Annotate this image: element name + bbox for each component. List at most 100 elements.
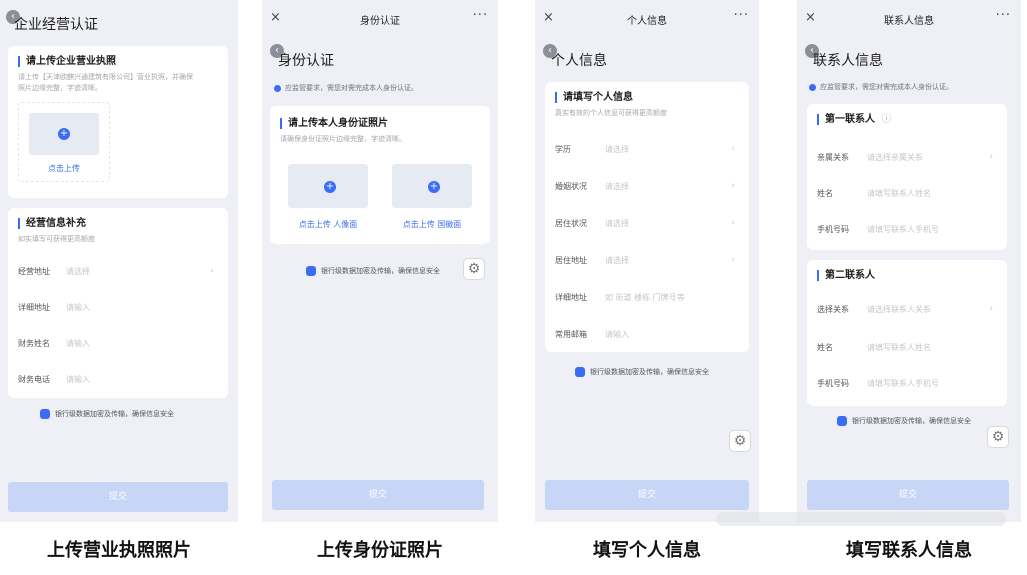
caption-step-3: 填写个人信息 [593,540,701,561]
section-hint: 如实填写可获得更高额度 [18,235,95,243]
form-row[interactable]: 居住地址 请选择 › [555,255,739,269]
settings-gear-icon[interactable]: ⚙ [987,426,1009,448]
plus-icon: + [324,181,336,193]
page-title: 企业经营认证 [14,17,98,33]
notice-text: 应监管要求，需您对需完成本人身份认证。 [820,83,953,91]
row-label: 手机号码 [817,225,849,234]
form-row[interactable]: 详细地址 请输入 [18,302,218,316]
nav-bar: × 身份认证 ··· [262,0,498,38]
notice: 应监管要求，需您对需完成本人身份认证。 [274,83,418,93]
section-heading: 第二联系人 [817,270,875,281]
chevron-right-icon: › [731,144,735,154]
form-row[interactable]: 亲属关系 请选择亲属关系 › [817,152,997,166]
chevron-right-icon: › [731,181,735,191]
submit-button[interactable]: 提交 [545,480,749,510]
row-label: 选择关系 [817,305,849,314]
nav-title: 联系人信息 [884,16,934,27]
form-row[interactable]: 手机号码 请填写联系人手机号 [817,224,997,238]
screen-contact-info: × 联系人信息 ··· ‹ 联系人信息 应监管要求，需您对需完成本人身份认证。 … [797,0,1021,522]
submit-button[interactable]: 提交 [8,482,228,512]
section-heading: 请上传本人身份证照片 [280,118,388,129]
more-icon[interactable]: ··· [734,8,749,23]
row-placeholder: 请输入 [66,339,90,348]
submit-button[interactable]: 提交 [807,480,1009,510]
form-row[interactable]: 居住状况 请选择 › [555,218,739,232]
form-row[interactable]: 姓名 请填写联系人姓名 [817,342,997,356]
upload-label: 点击上传 国徽面 [402,220,462,229]
row-placeholder: 请填写联系人姓名 [867,189,931,198]
row-placeholder: 请输入 [66,303,90,312]
row-placeholder: 请选择 [605,145,629,154]
submit-button[interactable]: 提交 [272,480,484,510]
form-row[interactable]: 财务电话 请输入 [18,374,218,388]
row-placeholder: 请选择 [605,182,629,191]
chevron-right-icon: › [731,255,735,265]
caption-step-2: 上传身份证照片 [317,540,443,561]
row-placeholder: 请选择 [605,219,629,228]
more-icon[interactable]: ··· [473,8,488,23]
plus-icon: + [58,128,70,140]
license-card: 请上传企业营业执照 请上传【天津欧麒兴通建筑有限公司】营业执照，并确保 照片边缘… [8,46,228,198]
section-heading-text: 第一联系人 [825,114,875,125]
business-info-card: 经营信息补充 如实填写可获得更高额度 经营地址 请选择 › 详细地址 请输入 财… [8,208,228,398]
row-label: 学历 [555,145,571,154]
form-row[interactable]: 手机号码 请填写联系人手机号 [817,378,997,392]
shield-icon [575,367,585,377]
section-heading: 经营信息补充 [18,218,86,229]
chevron-right-icon: › [989,152,993,162]
row-label: 居住状况 [555,219,587,228]
row-placeholder: 请选择 [605,256,629,265]
settings-gear-icon[interactable]: ⚙ [729,430,751,452]
form-row[interactable]: 详细地址 如 街道 楼栋 门牌号等 [555,292,739,306]
settings-gear-icon[interactable]: ⚙ [463,258,485,280]
id-back-upload[interactable]: + 点击上传 国徽面 [384,156,480,236]
section-hint-2: 照片边缘完整，字迹清晰。 [18,84,102,92]
section-hint: 真实有效的个人信息可获得更高额度 [555,109,667,117]
info-circle-icon[interactable]: ⓘ [881,114,891,125]
row-label: 婚姻状况 [555,182,587,191]
form-row[interactable]: 财务姓名 请输入 [18,338,218,352]
row-placeholder: 请输入 [605,330,629,339]
row-label: 手机号码 [817,379,849,388]
id-upload-card: 请上传本人身份证照片 请确保身份证照片边缘完整，字迹清晰。 + 点击上传 人像面… [270,106,490,244]
page-title: 身份认证 [278,53,334,69]
upload-label: 点击上传 [48,164,80,173]
form-row[interactable]: 常用邮箱 请输入 [555,329,739,343]
upload-label: 点击上传 人像面 [298,220,358,229]
nav-title: 个人信息 [627,16,667,27]
screen-personal-info: × 个人信息 ··· ‹ 个人信息 请填写个人信息 真实有效的个人信息可获得更高… [535,0,759,522]
form-row[interactable]: 婚姻状况 请选择 › [555,181,739,195]
nav-title: 身份认证 [360,16,400,27]
row-placeholder: 请选择 [66,267,90,276]
row-placeholder: 请选择亲属关系 [867,153,923,162]
screen-id-verification: × 身份认证 ··· ‹ 身份认证 应监管要求，需您对需完成本人身份认证。 请上… [262,0,498,522]
blurred-watermark [716,512,1006,526]
row-placeholder: 请输入 [66,375,90,384]
row-label: 常用邮箱 [555,330,587,339]
section-heading: 第一联系人 ⓘ [817,114,891,125]
page-title: 个人信息 [551,53,607,69]
security-notice: 银行级数据加密及传输，确保信息安全 [40,409,174,419]
more-icon[interactable]: ··· [996,8,1011,23]
screen-business-license: ‹ 企业经营认证 请上传企业营业执照 请上传【天津欧麒兴通建筑有限公司】营业执照… [0,0,238,522]
section-hint: 请上传【天津欧麒兴通建筑有限公司】营业执照，并确保 [18,73,193,81]
id-front-upload[interactable]: + 点击上传 人像面 [280,156,376,236]
caption-step-1: 上传营业执照照片 [47,540,191,561]
row-label: 财务姓名 [18,339,50,348]
row-label: 亲属关系 [817,153,849,162]
shield-icon [306,266,316,276]
form-row[interactable]: 选择关系 请选择联系人关系 › [817,304,997,318]
row-placeholder: 请填写联系人手机号 [867,379,939,388]
shield-icon [40,409,50,419]
chevron-right-icon: › [731,218,735,228]
row-placeholder: 请选择联系人关系 [867,305,931,314]
security-text: 银行级数据加密及传输，确保信息安全 [321,267,440,275]
license-upload-area[interactable]: + 点击上传 [18,102,110,182]
section-heading: 请上传企业营业执照 [18,56,116,67]
row-placeholder: 如 街道 楼栋 门牌号等 [605,293,685,302]
page-title: 联系人信息 [813,53,883,69]
form-row[interactable]: 学历 请选择 › [555,144,739,158]
form-row[interactable]: 经营地址 请选择 › [18,266,218,280]
form-row[interactable]: 姓名 请填写联系人姓名 [817,188,997,202]
first-contact-card: 第一联系人 ⓘ 亲属关系 请选择亲属关系 › 姓名 请填写联系人姓名 手机号码 … [807,104,1007,250]
